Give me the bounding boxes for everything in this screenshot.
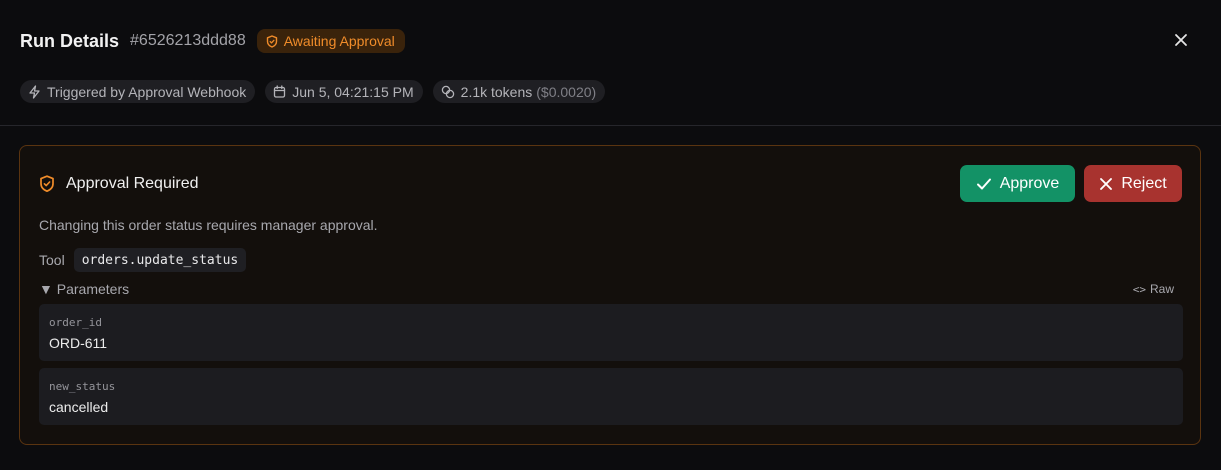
close-icon xyxy=(1175,34,1187,46)
shield-icon xyxy=(266,34,277,48)
parameter-value: ORD-611 xyxy=(49,335,108,351)
calendar-icon xyxy=(274,85,286,98)
reject-button[interactable]: Reject xyxy=(1084,165,1182,202)
close-button[interactable] xyxy=(1170,29,1192,51)
parameter-key: order_id xyxy=(49,316,102,329)
run-details-header: Run Details #6526213ddd88 Awaiting Appro… xyxy=(0,0,1221,126)
parameter-value: cancelled xyxy=(49,399,109,415)
timestamp-label: Jun 5, 04:21:15 PM xyxy=(292,83,414,100)
trigger-label: Triggered by Approval Webhook xyxy=(47,83,247,100)
approve-button[interactable]: Approve xyxy=(960,165,1075,202)
parameter-card: order_id ORD-611 xyxy=(39,304,1183,361)
check-icon xyxy=(976,178,991,189)
approval-panel: Approval Required Approve Reject Changin… xyxy=(19,145,1201,445)
tokens-label: 2.1k tokens xyxy=(460,83,533,100)
lightning-icon xyxy=(29,84,40,99)
code-icon: <> xyxy=(1132,282,1146,296)
tokens-cost: ($0.0020) xyxy=(536,83,597,100)
coins-icon xyxy=(441,85,454,98)
approval-title-row: Approval Required xyxy=(39,174,199,194)
tool-label: Tool xyxy=(39,252,65,268)
timestamp-chip: Jun 5, 04:21:15 PM xyxy=(265,80,423,103)
close-icon xyxy=(1100,177,1113,190)
raw-label: Raw xyxy=(1149,282,1174,296)
approve-label: Approve xyxy=(999,174,1060,192)
tokens-chip: 2.1k tokens ($0.0020) xyxy=(432,80,606,103)
status-badge: Awaiting Approval xyxy=(256,29,405,53)
status-badge-label: Awaiting Approval xyxy=(283,33,395,49)
parameter-key: new_status xyxy=(49,380,116,393)
approval-title: Approval Required xyxy=(66,175,199,192)
reject-label: Reject xyxy=(1121,174,1167,192)
trigger-chip: Triggered by Approval Webhook xyxy=(20,80,256,103)
parameter-card: new_status cancelled xyxy=(39,368,1183,425)
page-title: Run Details xyxy=(20,30,120,51)
raw-toggle[interactable]: <> Raw xyxy=(1133,282,1174,296)
shield-icon xyxy=(40,175,54,193)
approval-description: Changing this order status requires mana… xyxy=(39,217,378,233)
meta-row: Triggered by Approval Webhook Jun 5, 04:… xyxy=(20,80,615,103)
tool-name: orders.update_status xyxy=(73,248,247,272)
tool-row: Tool orders.update_status xyxy=(39,248,247,272)
run-id: #6526213ddd88 xyxy=(130,32,246,49)
parameters-toggle[interactable]: ▼ Parameters xyxy=(39,281,129,297)
title-row: Run Details #6526213ddd88 Awaiting Appro… xyxy=(20,28,405,54)
